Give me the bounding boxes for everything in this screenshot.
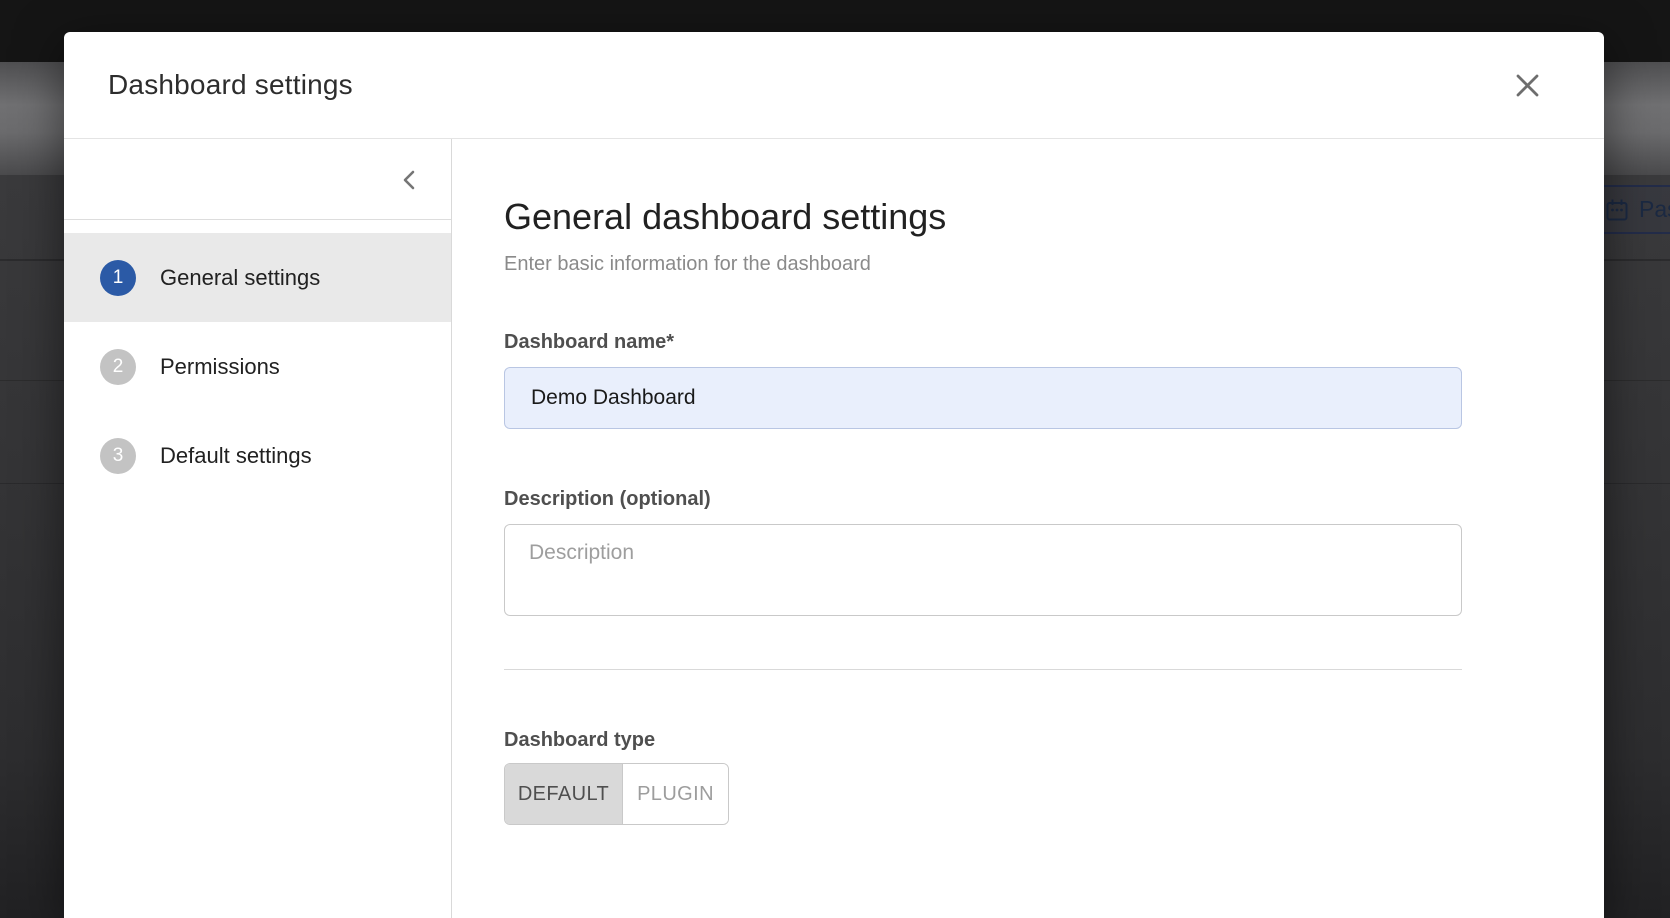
step-permissions[interactable]: 2 Permissions bbox=[64, 322, 451, 411]
modal-header: Dashboard settings bbox=[64, 32, 1604, 139]
description-input[interactable] bbox=[504, 524, 1462, 616]
time-range-label: Past bbox=[1639, 196, 1670, 223]
step-number-badge: 2 bbox=[100, 349, 136, 385]
close-icon bbox=[1514, 72, 1541, 99]
dashboard-type-label: Dashboard type bbox=[504, 728, 1462, 753]
general-settings-form: Dashboard name* Description (optional) D… bbox=[504, 330, 1462, 825]
dashboard-name-input[interactable] bbox=[504, 367, 1462, 429]
type-option-plugin[interactable]: PLUGIN bbox=[623, 764, 728, 824]
dashboard-settings-modal: Dashboard settings 1 General settings bbox=[64, 32, 1604, 918]
dashboard-name-label: Dashboard name* bbox=[504, 330, 1462, 355]
steps-list: 1 General settings 2 Permissions 3 Defau… bbox=[64, 220, 451, 500]
step-label: Default settings bbox=[160, 443, 312, 469]
dashboard-type-toggle: DEFAULT PLUGIN bbox=[504, 763, 729, 825]
panel-subheading: Enter basic information for the dashboar… bbox=[504, 252, 1604, 276]
modal-body: 1 General settings 2 Permissions 3 Defau… bbox=[64, 139, 1604, 918]
panel-heading: General dashboard settings bbox=[504, 195, 1604, 238]
calendar-icon bbox=[1604, 197, 1630, 223]
step-label: Permissions bbox=[160, 354, 280, 380]
step-label: General settings bbox=[160, 265, 320, 291]
modal-title: Dashboard settings bbox=[108, 69, 353, 101]
step-general-settings[interactable]: 1 General settings bbox=[64, 233, 451, 322]
step-number-badge: 3 bbox=[100, 438, 136, 474]
description-label: Description (optional) bbox=[504, 487, 1462, 512]
close-button[interactable] bbox=[1505, 63, 1549, 107]
stepper-sidebar: 1 General settings 2 Permissions 3 Defau… bbox=[64, 139, 452, 918]
step-number-badge: 1 bbox=[100, 260, 136, 296]
collapse-sidebar-button[interactable] bbox=[395, 165, 425, 195]
sidebar-top bbox=[64, 139, 451, 220]
chevron-left-icon bbox=[398, 167, 422, 193]
time-range-button-border bbox=[1598, 232, 1670, 234]
type-option-default[interactable]: DEFAULT bbox=[505, 764, 623, 824]
general-settings-panel: General dashboard settings Enter basic i… bbox=[452, 139, 1604, 918]
step-default-settings[interactable]: 3 Default settings bbox=[64, 411, 451, 500]
section-divider bbox=[504, 669, 1462, 670]
time-range-button: Past bbox=[1602, 187, 1670, 232]
